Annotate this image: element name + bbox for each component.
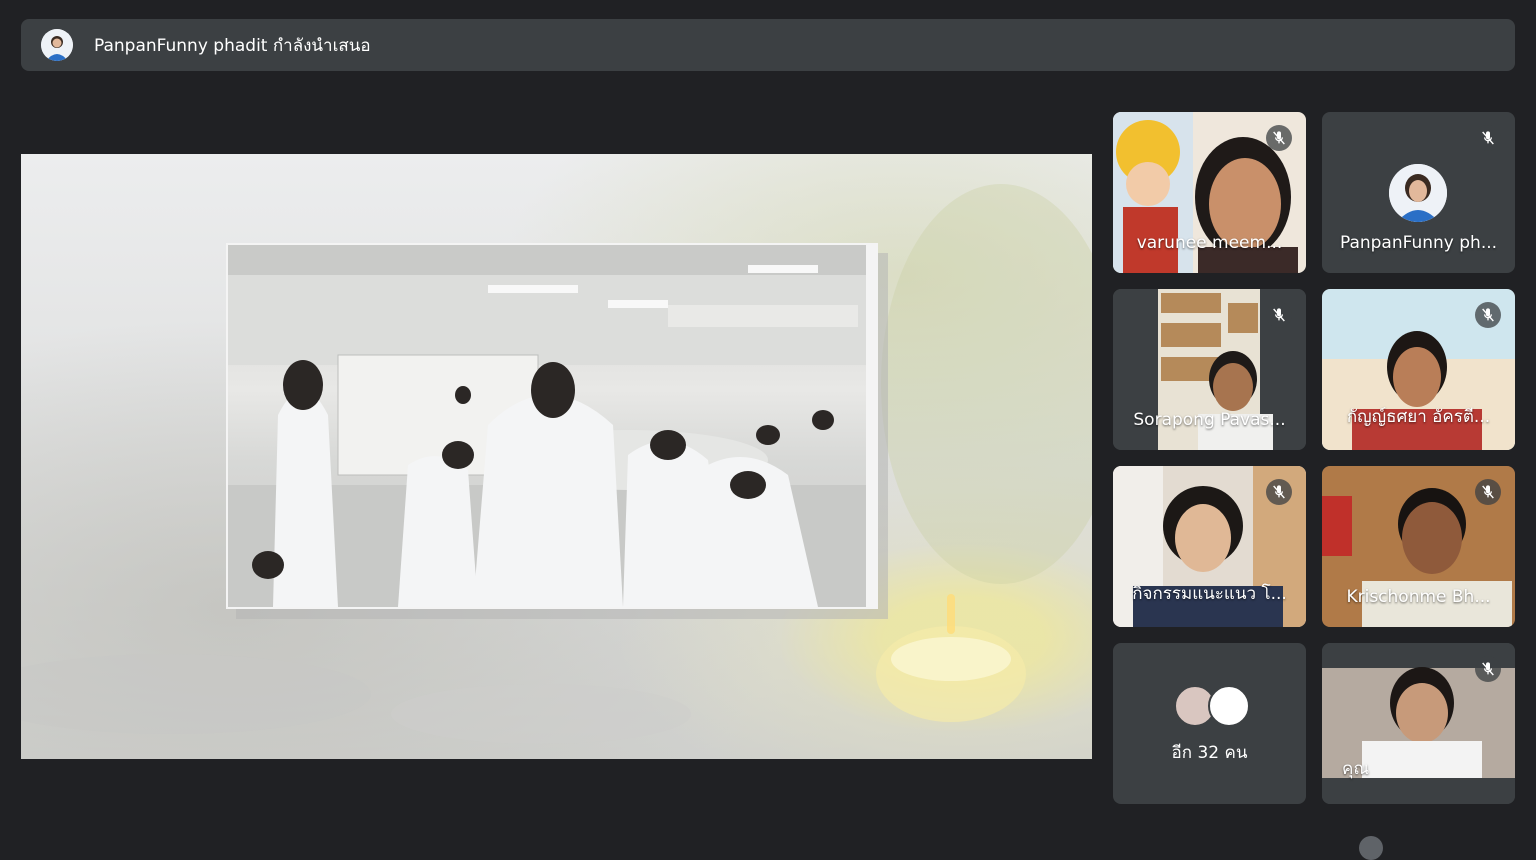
participant-avatar bbox=[1389, 164, 1447, 222]
participant-name: กัญญ์ธศยา อัครตี... bbox=[1346, 407, 1491, 427]
presenter-banner: PanpanFunny phadit กำลังนำเสนอ bbox=[21, 19, 1515, 71]
more-participants-label: อีก 32 คน bbox=[1171, 743, 1248, 763]
more-participants-avatars bbox=[1174, 685, 1252, 727]
participant-tile[interactable]: กิจกรรมแนะแนว โ... bbox=[1113, 466, 1306, 627]
participant-name: Sorapong Pavas... bbox=[1133, 410, 1286, 430]
participant-name: คุณ bbox=[1342, 759, 1370, 779]
participant-tile[interactable]: กัญญ์ธศยา อัครตี... bbox=[1322, 289, 1515, 450]
shared-screen[interactable] bbox=[21, 154, 1092, 759]
participant-tile[interactable]: Krischonme Bh... bbox=[1322, 466, 1515, 627]
presenter-text: PanpanFunny phadit กำลังนำเสนอ bbox=[94, 35, 371, 56]
participant-name: กิจกรรมแนะแนว โ... bbox=[1132, 584, 1287, 604]
mic-off-icon bbox=[1475, 302, 1501, 328]
control-button[interactable] bbox=[1359, 836, 1383, 860]
mic-off-icon bbox=[1266, 479, 1292, 505]
participant-avatar bbox=[1208, 685, 1250, 727]
participant-name: Krischonme Bh... bbox=[1346, 587, 1491, 607]
participant-name: varunee meem... bbox=[1136, 233, 1283, 253]
mic-off-icon bbox=[1266, 125, 1292, 151]
self-view-tile[interactable]: คุณ bbox=[1322, 643, 1515, 804]
slide-photo-frame bbox=[226, 243, 878, 609]
mic-off-icon bbox=[1266, 302, 1292, 328]
mic-off-icon bbox=[1475, 656, 1501, 682]
participant-tile[interactable]: PanpanFunny ph... bbox=[1322, 112, 1515, 273]
mic-off-icon bbox=[1475, 479, 1501, 505]
participant-tile[interactable]: Sorapong Pavas... bbox=[1113, 289, 1306, 450]
classroom-photo bbox=[228, 245, 866, 607]
presenter-avatar-icon bbox=[41, 29, 73, 61]
mic-off-icon bbox=[1475, 125, 1501, 151]
participant-name: PanpanFunny ph... bbox=[1339, 233, 1498, 253]
participant-tile[interactable]: varunee meem... bbox=[1113, 112, 1306, 273]
more-participants-tile[interactable]: อีก 32 คน bbox=[1113, 643, 1306, 804]
